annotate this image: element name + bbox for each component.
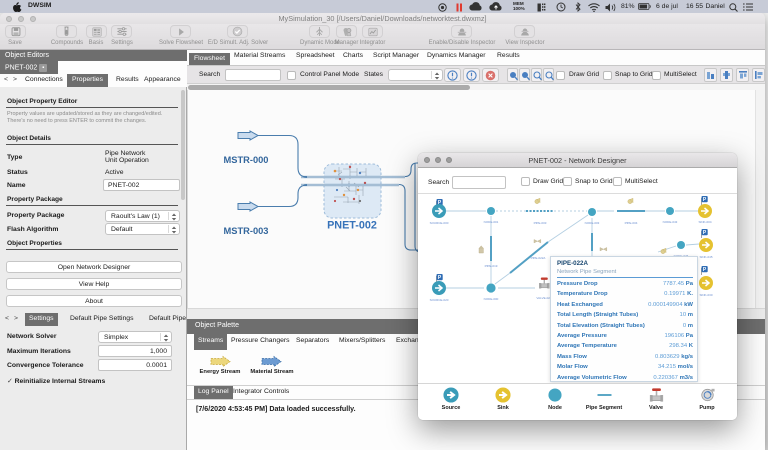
svg-text:PIPE-004: PIPE-004	[625, 221, 638, 225]
svg-text:NODE-001: NODE-001	[484, 220, 499, 224]
svg-text:NODE-043: NODE-043	[663, 220, 678, 224]
svg-text:SOURCE-020: SOURCE-020	[430, 298, 449, 302]
svg-text:NODE-000: NODE-000	[484, 297, 499, 301]
svg-text:MSTR-000: MSTR-000	[224, 155, 269, 165]
svg-text:PIPE-019: PIPE-019	[485, 264, 498, 268]
svg-text:PNET-002: PNET-002	[327, 220, 377, 232]
svg-text:PIPE-003: PIPE-003	[534, 221, 547, 225]
svg-text:SOURCE-000: SOURCE-000	[430, 221, 449, 225]
svg-text:PIPE-022A: PIPE-022A	[531, 256, 546, 260]
svg-text:MSTR-003: MSTR-003	[224, 226, 269, 236]
svg-text:NODE-003: NODE-003	[585, 221, 600, 225]
svg-text:SINK-004: SINK-004	[698, 220, 711, 224]
svg-text:SINK-045: SINK-045	[699, 255, 712, 259]
svg-text:SINK-030: SINK-030	[699, 293, 712, 297]
